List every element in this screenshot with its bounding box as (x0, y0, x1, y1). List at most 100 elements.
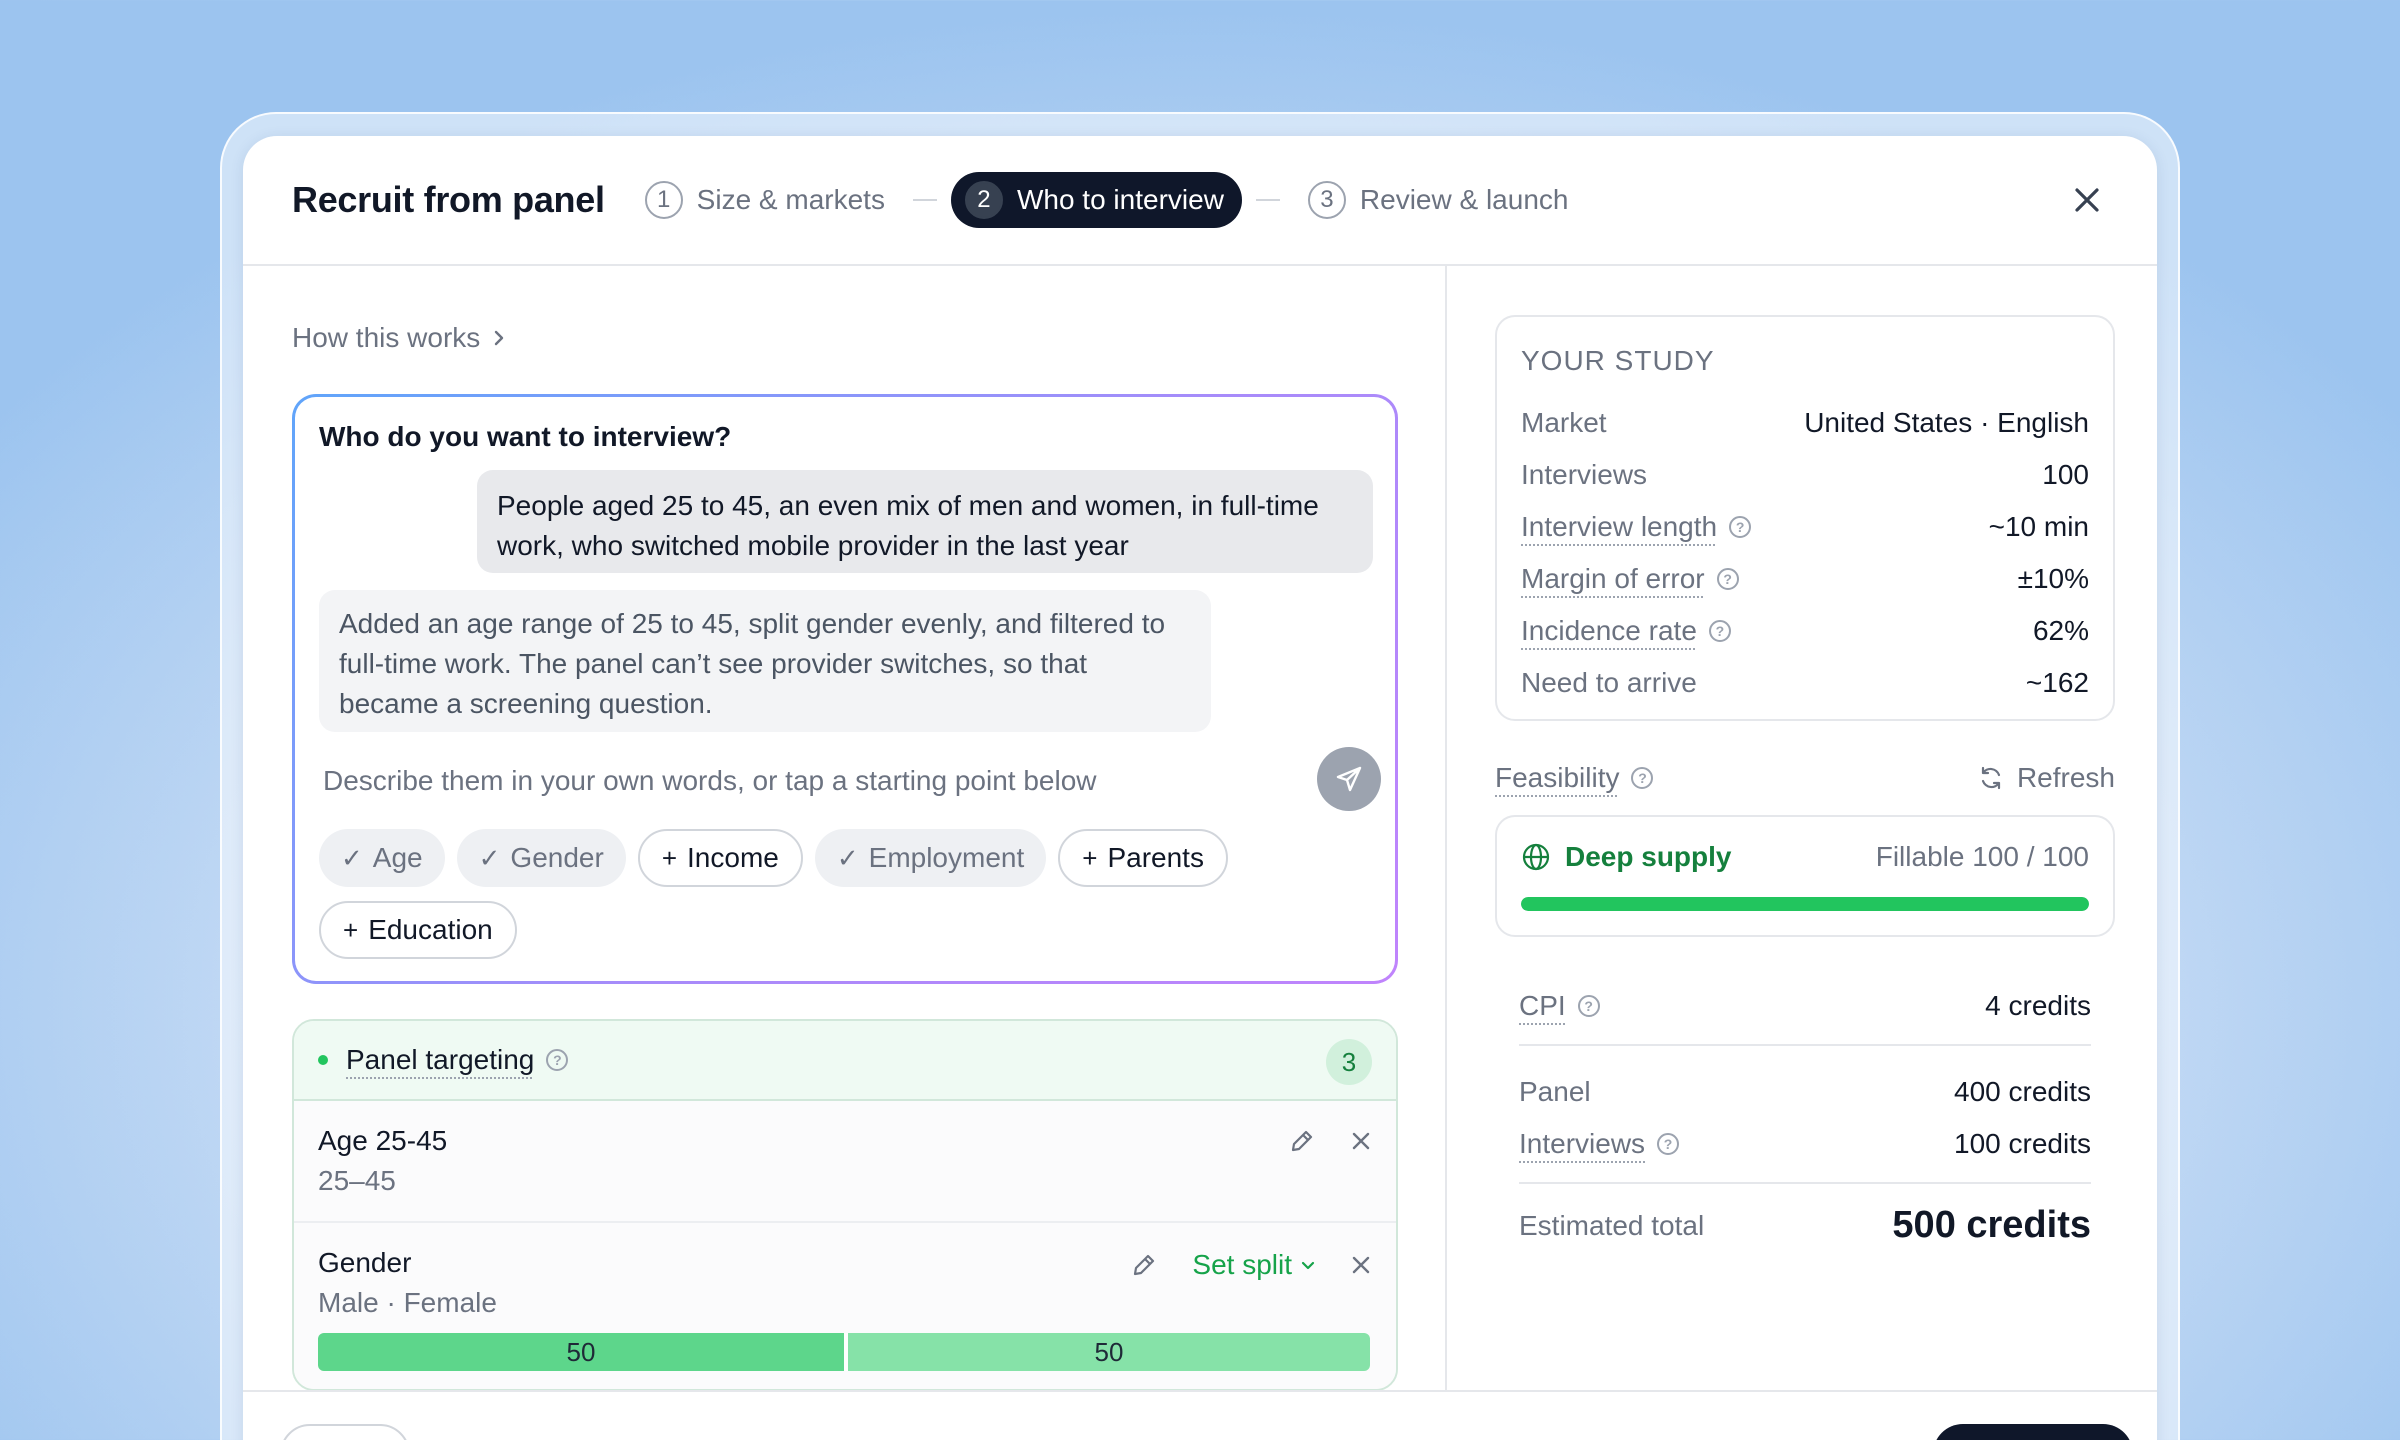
targeting-value: 25–45 (318, 1165, 396, 1196)
your-study-card: YOUR STUDY Market United States · Englis… (1495, 315, 2115, 721)
user-message-bubble: People aged 25 to 45, an even mix of men… (477, 470, 1373, 573)
interviews-cost-label: Interviews (1519, 1128, 1646, 1159)
supply-status: Deep supply (1521, 841, 1731, 873)
assistant-message-bubble: Added an age range of 25 to 45, split ge… (319, 590, 1211, 732)
study-key-wrap: Incidence rate? (1521, 615, 1731, 647)
cost-row-panel: Panel 400 credits (1519, 1066, 2091, 1118)
chip-employment[interactable]: ✓ Employment (814, 829, 1047, 887)
cost-row-cpi: CPI? 4 credits (1519, 980, 2091, 1032)
pencil-icon[interactable] (1130, 1251, 1158, 1279)
close-icon (2075, 188, 2099, 212)
status-dot (318, 1055, 328, 1065)
cost-key-wrap: Interviews? (1519, 1128, 1680, 1160)
help-icon[interactable]: ? (1716, 568, 1739, 590)
targeting-value: Male · Female (318, 1287, 497, 1318)
feasibility-label-wrap: Feasibility? (1495, 762, 1654, 794)
check-icon: ✓ (341, 842, 363, 873)
plus-icon: + (661, 842, 678, 873)
step-label: Review & launch (1359, 184, 1569, 215)
check-icon: ✓ (478, 842, 501, 873)
feasibility-row: Deep supply Fillable 100 / 100 (1521, 841, 2089, 873)
help-icon[interactable]: ? (1631, 767, 1654, 789)
chip-parents[interactable]: + Parents (1058, 829, 1228, 887)
close-button[interactable] (2067, 180, 2107, 220)
step-label: Who to interview (1016, 184, 1224, 215)
back-button[interactable] (280, 1424, 410, 1440)
targeting-row-age: Age 25-45 25–45 (294, 1101, 1396, 1221)
study-row-incidence-rate: Incidence rate? 62% (1521, 605, 2089, 657)
study-key: Market (1521, 407, 1607, 438)
help-icon[interactable]: ? (1657, 1133, 1680, 1155)
help-icon[interactable]: ? (1729, 516, 1752, 538)
study-key: Interview length (1521, 511, 1718, 542)
step-who-to-interview[interactable]: 2 Who to interview (950, 172, 1242, 228)
chip-gender[interactable]: ✓ Gender (456, 829, 626, 887)
chip-age[interactable]: ✓ Age (319, 829, 445, 887)
refresh-label: Refresh (2016, 762, 2115, 793)
step-label: Size & markets (696, 184, 885, 215)
chip-education[interactable]: + Education (319, 901, 517, 959)
help-icon[interactable]: ? (546, 1049, 569, 1071)
send-icon (1336, 766, 1362, 792)
help-icon[interactable]: ? (1577, 995, 1600, 1017)
study-key: Margin of error (1521, 563, 1705, 594)
help-icon[interactable]: ? (1708, 620, 1731, 642)
row-actions (1288, 1127, 1372, 1155)
fillable-count: Fillable 100 / 100 (1875, 841, 2089, 872)
interview-chat-box: Who do you want to interview? People age… (292, 394, 1398, 984)
chip-label: Parents (1107, 842, 1204, 873)
cost-card: CPI? 4 credits Panel 400 credits Intervi… (1495, 962, 2115, 1264)
refresh-icon (1981, 766, 2001, 790)
study-key: Need to arrive (1521, 667, 1697, 698)
study-value: United States · English (1804, 407, 2089, 438)
study-row-margin-of-error: Margin of error? ±10% (1521, 553, 2089, 605)
how-this-works-link[interactable]: How this works (292, 322, 506, 354)
divider (1519, 1044, 2091, 1046)
study-value: ~162 (2025, 667, 2089, 698)
study-row-interviews: Interviews 100 (1521, 449, 2089, 501)
send-button[interactable] (1317, 747, 1381, 811)
refresh-button[interactable]: Refresh (1977, 762, 2115, 794)
describe-input[interactable]: Describe them in your own words, or tap … (323, 765, 1097, 797)
plus-icon: + (343, 914, 359, 945)
chat-question: Who do you want to interview? (319, 421, 732, 452)
pencil-icon[interactable] (1288, 1127, 1316, 1155)
study-row-need-to-arrive: Need to arrive ~162 (1521, 657, 2089, 709)
row-actions: Set split (1130, 1249, 1372, 1281)
study-row-interview-length: Interview length? ~10 min (1521, 501, 2089, 553)
study-value: ~10 min (1988, 511, 2089, 542)
remove-icon[interactable] (1350, 1254, 1372, 1276)
estimated-total-row: Estimated total 500 credits (1519, 1204, 2091, 1247)
feasibility-label: Feasibility (1495, 762, 1620, 793)
next-button[interactable] (1933, 1424, 2133, 1440)
panel-targeting-card: Panel targeting ? 3 Age 25-45 25–45 Gend… (292, 1019, 1398, 1391)
globe-icon (1522, 843, 1550, 871)
step-size-markets[interactable]: 1 Size & markets (644, 181, 885, 219)
remove-icon[interactable] (1350, 1130, 1372, 1152)
estimated-total-label: Estimated total (1519, 1209, 1705, 1241)
cost-key-wrap: CPI? (1519, 990, 1600, 1022)
chip-income[interactable]: + Income (637, 829, 803, 887)
plus-icon: + (1082, 842, 1098, 873)
feasibility-progress-fill (1521, 897, 2089, 911)
cpi-label: CPI (1519, 990, 1566, 1021)
step-separator (1255, 199, 1280, 201)
targeting-row-gender: Gender Male · Female Set split 50 50 (294, 1221, 1396, 1389)
study-key-wrap: Interview length? (1521, 511, 1752, 543)
step-separator (912, 199, 937, 201)
set-split-dropdown[interactable]: Set split (1192, 1249, 1316, 1281)
feasibility-card: Deep supply Fillable 100 / 100 (1495, 815, 2115, 937)
gender-split-bar[interactable]: 50 50 (318, 1333, 1370, 1371)
how-this-works-label: How this works (292, 322, 481, 353)
chevron-right-icon (495, 330, 504, 346)
study-value: 62% (2032, 615, 2089, 646)
feasibility-header: Feasibility? Refresh (1495, 762, 2115, 794)
targeting-count-badge: 3 (1326, 1039, 1372, 1085)
chip-label: Employment (868, 842, 1025, 873)
panel-cost-value: 400 credits (1954, 1076, 2091, 1107)
step-review-launch[interactable]: 3 Review & launch (1307, 181, 1569, 219)
study-value: 100 (2042, 459, 2089, 490)
estimated-total-value: 500 credits (1892, 1204, 2091, 1246)
starting-point-chips: ✓ Age ✓ Gender + Income ✓ Employment + P… (319, 829, 1369, 959)
chip-label: Age (372, 842, 423, 873)
